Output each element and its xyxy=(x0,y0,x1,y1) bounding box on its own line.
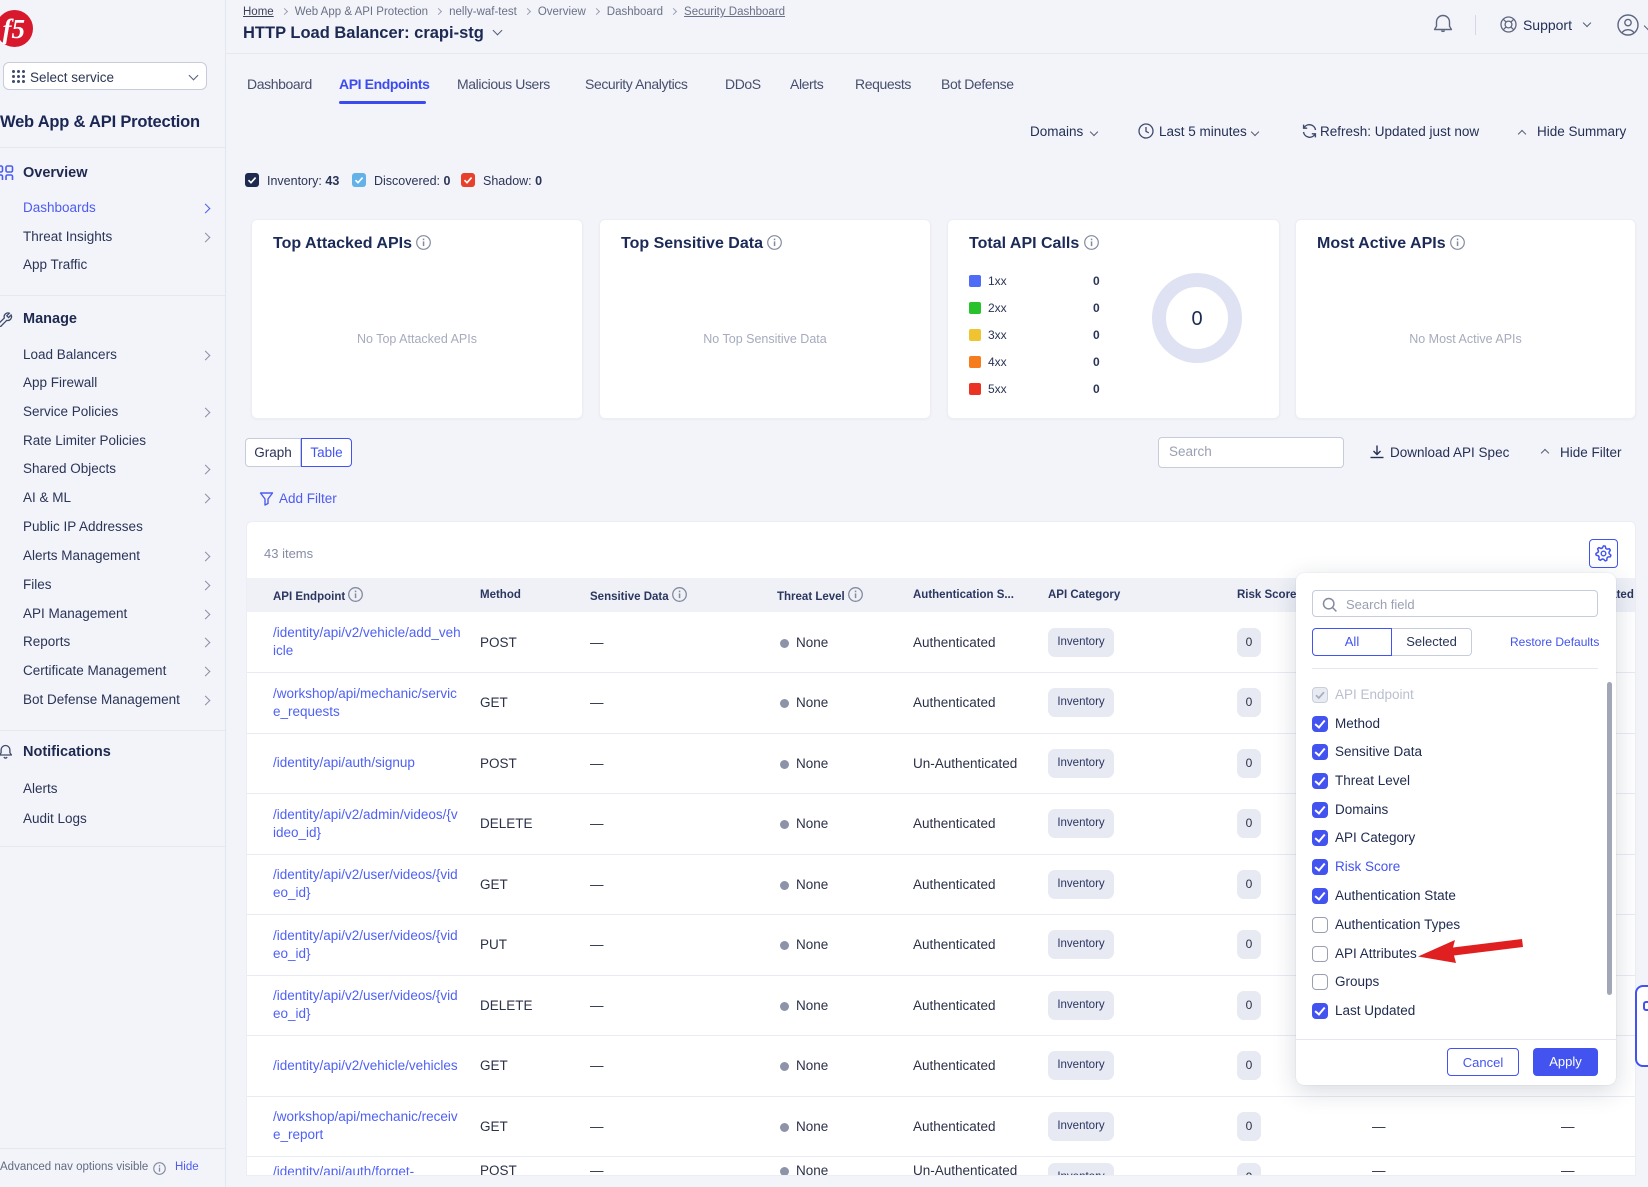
svg-text:0: 0 xyxy=(1191,308,1202,330)
svg-text:f5: f5 xyxy=(3,14,26,44)
